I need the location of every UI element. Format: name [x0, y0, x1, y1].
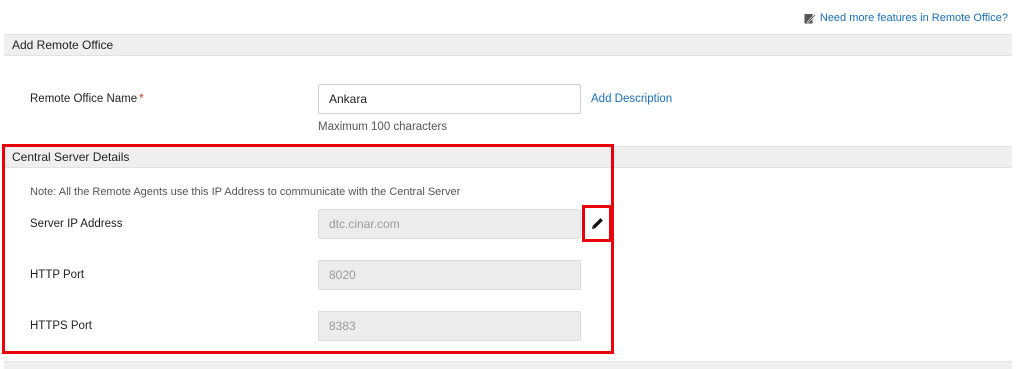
remote-office-name-label: Remote Office Name * — [30, 93, 144, 105]
more-features-label[interactable]: Need more features in Remote Office? — [820, 12, 1008, 24]
remote-office-name-text: Remote Office Name — [30, 93, 138, 105]
central-server-highlight-box — [2, 144, 614, 354]
required-mark: * — [139, 93, 144, 105]
remote-office-name-value: Ankara — [329, 92, 368, 106]
name-length-hint: Maximum 100 characters — [318, 121, 448, 133]
add-remote-office-title: Add Remote Office — [12, 38, 114, 52]
remote-office-name-input[interactable]: Ankara — [318, 84, 581, 114]
add-remote-office-header: Add Remote Office — [4, 34, 1012, 56]
add-description-link[interactable]: Add Description — [591, 93, 672, 105]
edit-note-icon — [804, 14, 816, 24]
more-features-link[interactable]: Need more features in Remote Office? — [804, 12, 1008, 24]
